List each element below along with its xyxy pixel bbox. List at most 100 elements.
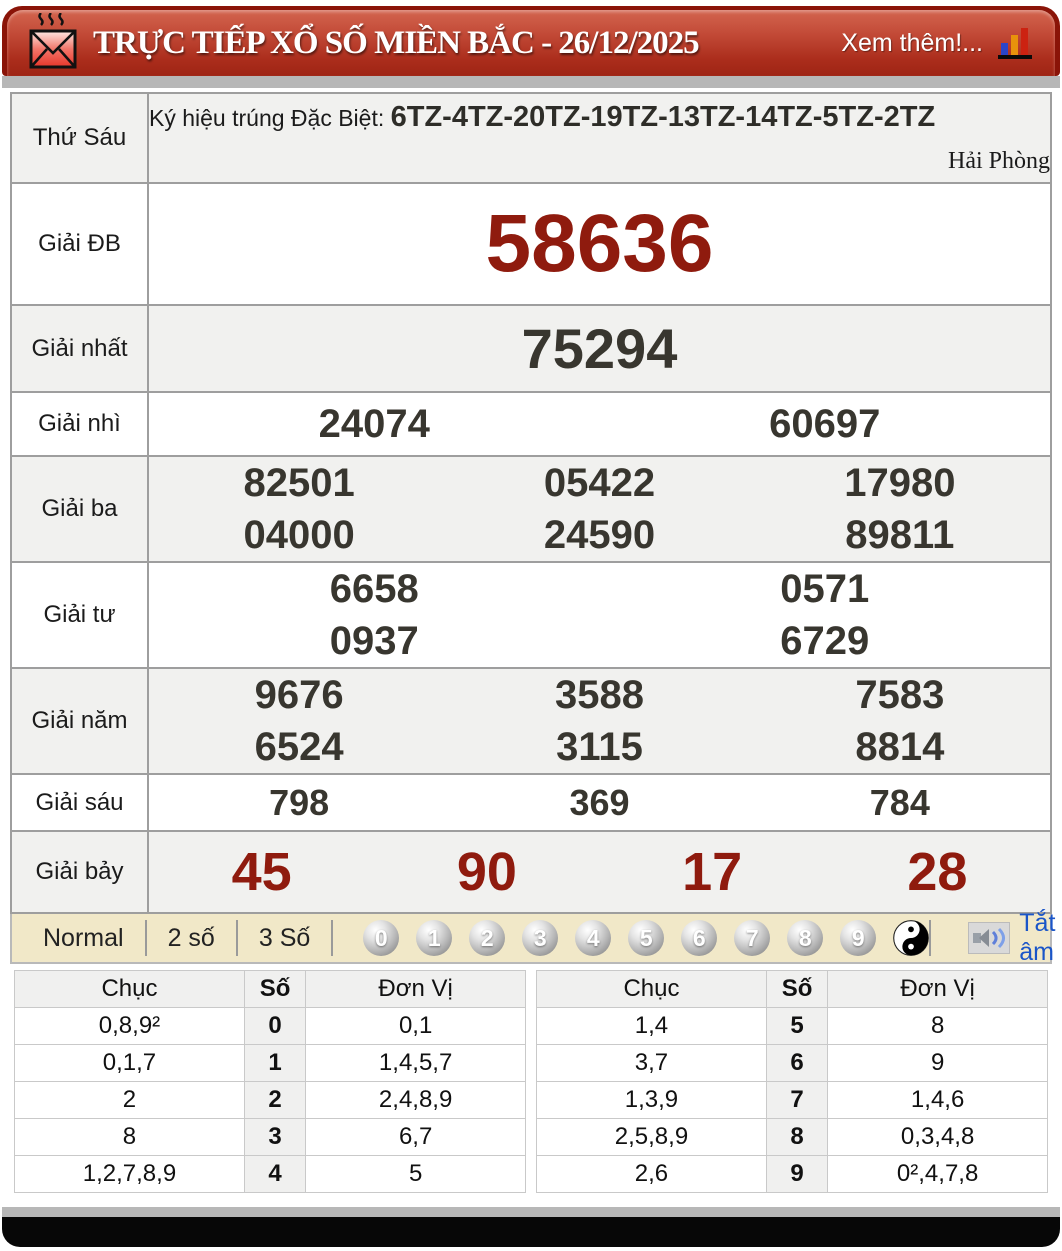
prize-number: 60697	[600, 402, 1051, 447]
stats-table-right: Chục Số Đơn Vị 1,4 5 8 3,7 6 9 1,3,9 7	[536, 970, 1048, 1193]
prize-number: 6729	[600, 619, 1051, 664]
chuc-cell: 2	[15, 1082, 245, 1119]
digit-ball-4[interactable]: 4	[575, 920, 611, 956]
so-cell: 0	[244, 1008, 305, 1045]
prize-values: 9676 3588 7583 6524 3115 8814	[148, 668, 1051, 774]
prize-values: 24074 60697	[148, 392, 1051, 456]
chuc-cell: 2,5,8,9	[537, 1119, 767, 1156]
symbol-prefix: Ký hiệu trúng Đặc Biệt:	[149, 105, 384, 131]
prize-values: 75294	[148, 305, 1051, 392]
prize-number: 05422	[449, 461, 749, 506]
stats-row: 1,3,9 7 1,4,6	[537, 1082, 1048, 1119]
prize-row-1: Giải nhất 75294	[11, 305, 1051, 392]
chuc-cell: 8	[15, 1119, 245, 1156]
stats-row: 8 3 6,7	[15, 1119, 526, 1156]
prize-number: 7583	[750, 673, 1050, 718]
header-bar: TRỰC TIẾP XỔ SỐ MIỀN BẮC - 26/12/2025 Xe…	[7, 10, 1055, 76]
mute-control[interactable]: Tắt âm	[929, 909, 1062, 967]
prize-number: 58636	[149, 197, 1050, 291]
symbol-line: Ký hiệu trúng Đặc Biệt: 6TZ-4TZ-20TZ-19T…	[149, 101, 1050, 134]
footer-bar	[2, 1217, 1060, 1247]
lottery-page: TRỰC TIẾP XỔ SỐ MIỀN BẮC - 26/12/2025 Xe…	[0, 6, 1062, 1247]
digit-balls: 0 1 2 3 4 5 6 7 8 9	[363, 920, 929, 956]
digit-ball-6[interactable]: 6	[681, 920, 717, 956]
prize-number: 28	[825, 841, 1050, 903]
stats-header-row: Chục Số Đơn Vị	[537, 971, 1048, 1008]
chuc-cell: 3,7	[537, 1045, 767, 1082]
prize-number: 8814	[750, 725, 1050, 770]
prize-row-6: Giải sáu 798 369 784	[11, 774, 1051, 831]
prize-number: 89811	[750, 513, 1050, 558]
so-cell: 7	[766, 1082, 827, 1119]
prize-label: Giải bảy	[11, 831, 148, 913]
so-cell: 2	[244, 1082, 305, 1119]
see-more-link[interactable]: Xem thêm!...	[841, 29, 983, 58]
digit-ball-9[interactable]: 9	[840, 920, 876, 956]
col-header-so: Số	[766, 971, 827, 1008]
prize-number: 17980	[750, 461, 1050, 506]
prize-number: 17	[600, 841, 825, 903]
stats-row: 3,7 6 9	[537, 1045, 1048, 1082]
digit-ball-1[interactable]: 1	[416, 920, 452, 956]
prize-values: 798 369 784	[148, 774, 1051, 831]
stats-header-row: Chục Số Đơn Vị	[15, 971, 526, 1008]
envelope-icon	[27, 13, 79, 73]
prize-values: 6658 0571 0937 6729	[148, 562, 1051, 668]
symbol-row: Thứ Sáu Ký hiệu trúng Đặc Biệt: 6TZ-4TZ-…	[11, 93, 1051, 183]
stats-row: 0,1,7 1 1,4,5,7	[15, 1045, 526, 1082]
prize-number: 75294	[149, 316, 1050, 381]
donvi-cell: 1,4,5,7	[306, 1045, 526, 1082]
prize-row-db: Giải ĐB 58636	[11, 183, 1051, 305]
donvi-cell: 1,4,6	[828, 1082, 1048, 1119]
donvi-cell: 5	[306, 1156, 526, 1193]
digit-ball-0[interactable]: 0	[363, 920, 399, 956]
prize-number: 24590	[449, 513, 749, 558]
stats-row: 1,4 5 8	[537, 1008, 1048, 1045]
stats-row: 0,8,9² 0 0,1	[15, 1008, 526, 1045]
prize-label: Giải ĐB	[11, 183, 148, 305]
col-header-chuc: Chục	[15, 971, 245, 1008]
prize-values: 45 90 17 28	[148, 831, 1051, 913]
bar-chart-icon[interactable]	[995, 25, 1035, 61]
prize-label: Giải ba	[11, 456, 148, 562]
mute-label: Tắt âm	[1019, 909, 1055, 967]
col-header-so: Số	[244, 971, 305, 1008]
digit-ball-5[interactable]: 5	[628, 920, 664, 956]
prize-number: 04000	[149, 513, 449, 558]
separator	[929, 920, 931, 956]
prize-label: Giải tư	[11, 562, 148, 668]
chuc-cell: 0,1,7	[15, 1045, 245, 1082]
mode-normal[interactable]: Normal	[22, 924, 145, 953]
chuc-cell: 1,4	[537, 1008, 767, 1045]
digit-ball-8[interactable]: 8	[787, 920, 823, 956]
prize-label: Giải năm	[11, 668, 148, 774]
donvi-cell: 9	[828, 1045, 1048, 1082]
prize-row-4: Giải tư 6658 0571 0937 6729	[11, 562, 1051, 668]
donvi-cell: 6,7	[306, 1119, 526, 1156]
prize-number: 784	[750, 782, 1050, 824]
prize-number: 6524	[149, 725, 449, 770]
prize-number: 3588	[449, 673, 749, 718]
so-cell: 9	[766, 1156, 827, 1193]
speaker-icon	[968, 922, 1010, 954]
page-title: TRỰC TIẾP XỔ SỐ MIỀN BẮC - 26/12/2025	[93, 25, 699, 62]
digit-ball-2[interactable]: 2	[469, 920, 505, 956]
mode-3so[interactable]: 3 Số	[238, 924, 331, 953]
prize-label: Giải nhì	[11, 392, 148, 456]
prize-number: 369	[449, 782, 749, 824]
prize-number: 3115	[449, 725, 749, 770]
stats-table-left: Chục Số Đơn Vị 0,8,9² 0 0,1 0,1,7 1 1,4,…	[14, 970, 526, 1193]
digit-ball-3[interactable]: 3	[522, 920, 558, 956]
yin-yang-icon[interactable]	[893, 920, 929, 956]
symbol-cell: Ký hiệu trúng Đặc Biệt: 6TZ-4TZ-20TZ-19T…	[148, 93, 1051, 183]
day-label: Thứ Sáu	[11, 93, 148, 183]
so-cell: 5	[766, 1008, 827, 1045]
separator	[331, 920, 333, 956]
prize-number: 90	[374, 841, 599, 903]
donvi-cell: 8	[828, 1008, 1048, 1045]
symbol-value: 6TZ-4TZ-20TZ-19TZ-13TZ-14TZ-5TZ-2TZ	[391, 101, 936, 133]
mode-2so[interactable]: 2 số	[147, 924, 236, 953]
stats-row: 1,2,7,8,9 4 5	[15, 1156, 526, 1193]
digit-ball-7[interactable]: 7	[734, 920, 770, 956]
stats-section: Chục Số Đơn Vị 0,8,9² 0 0,1 0,1,7 1 1,4,…	[10, 964, 1052, 1205]
